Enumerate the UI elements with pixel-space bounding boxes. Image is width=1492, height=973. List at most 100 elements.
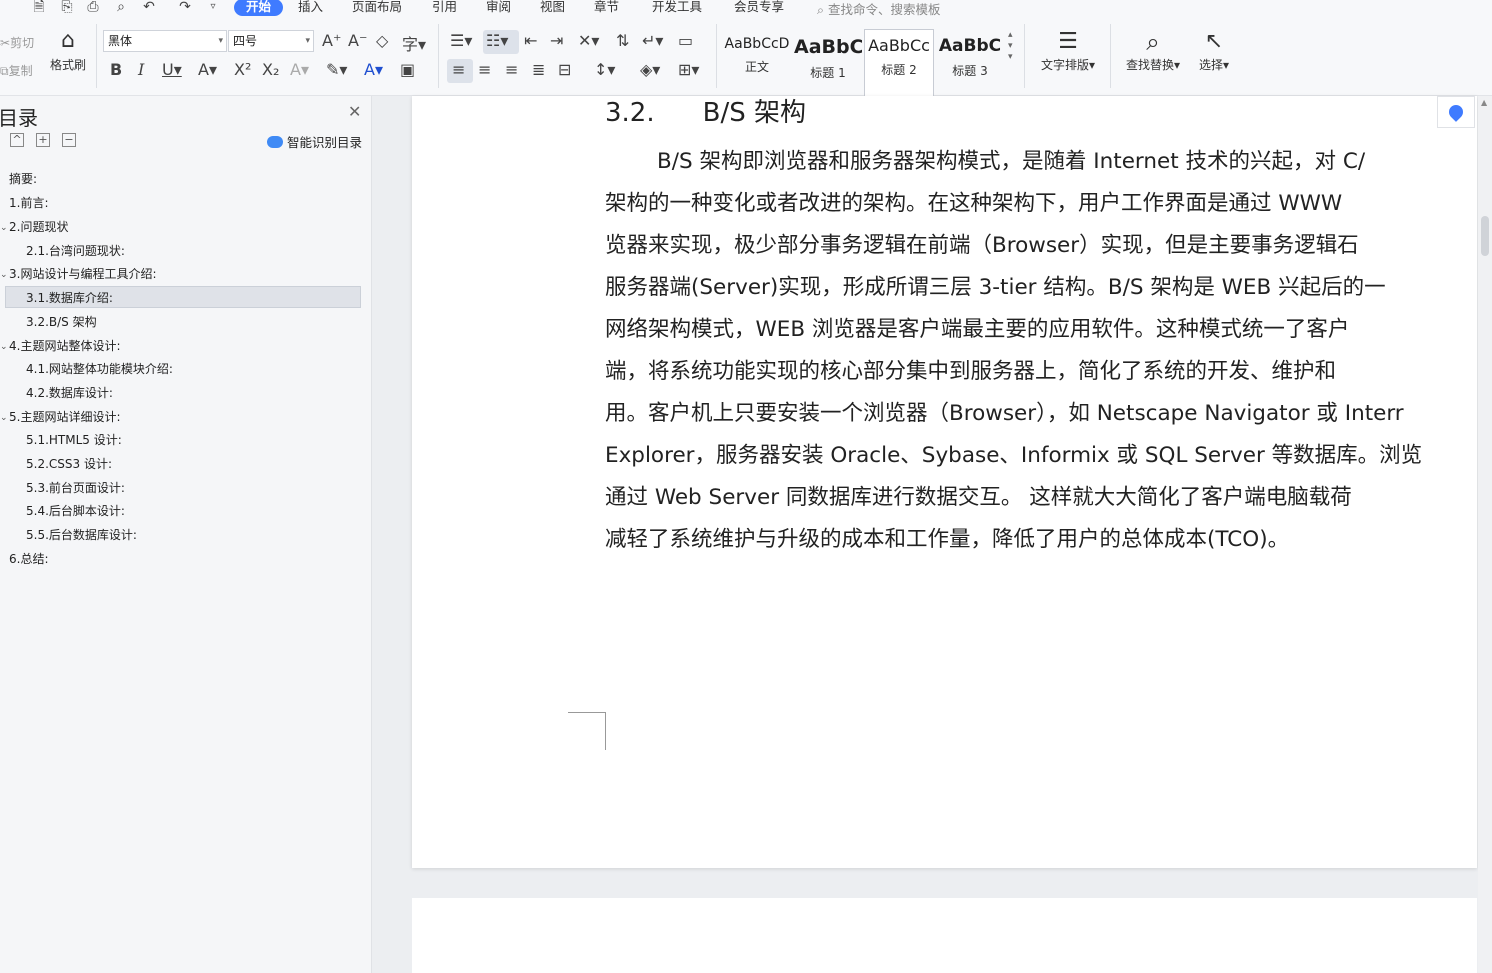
tab-insert[interactable]: 插入 (298, 0, 323, 16)
tab-view[interactable]: 视图 (540, 0, 565, 16)
font-color-icon[interactable]: A▾ (364, 60, 383, 79)
scroll-up-icon[interactable]: ▲ (1481, 98, 1487, 107)
tab-references[interactable]: 引用 (432, 0, 457, 16)
collapse-all-icon[interactable]: ^ (10, 133, 24, 147)
tab-developer[interactable]: 开发工具 (652, 0, 702, 16)
redo-icon[interactable]: ↷ (176, 0, 194, 16)
expand-caret-icon[interactable]: ⌄ (0, 270, 8, 280)
text-line: 架构的一种变化或者改进的架构。在这种架构下，用户工作界面是通过 WWW (605, 191, 1343, 216)
highlight-icon[interactable]: ✎▾ (326, 60, 347, 79)
select-button[interactable]: ↖ 选择▾ (1192, 28, 1236, 73)
format-painter-button[interactable]: ⌂ 格式刷 (48, 28, 88, 73)
export-icon[interactable]: ⎘ (58, 0, 76, 16)
align-left-icon[interactable]: ≡ (452, 60, 465, 79)
char-border-icon[interactable]: ▣ (400, 60, 415, 79)
customize-icon[interactable]: ▿ (204, 0, 222, 16)
text-line: 减轻了系统维护与升级的成本和工作量，降低了用户的总体成本(TCO)。 (605, 527, 1290, 552)
save-icon[interactable]: 🗎 (30, 0, 48, 16)
text-line: 网络架构模式，WEB 浏览器是客户端最主要的应用软件。这种模式统一了客户 (605, 317, 1350, 342)
toc-item[interactable]: 4.2.数据库设计: (26, 382, 113, 404)
line-spacing-icon[interactable]: ↕▾ (594, 60, 615, 79)
tab-page-layout[interactable]: 页面布局 (352, 0, 402, 16)
expand-caret-icon[interactable]: ⌄ (0, 342, 8, 352)
toc-item[interactable]: 摘要: (9, 168, 37, 190)
toc-item[interactable]: 5.主题网站详细设计: (9, 406, 121, 428)
toc-item[interactable]: 5.5.后台数据库设计: (26, 524, 137, 546)
style-heading-2[interactable]: AaBbCc 标题 2 (864, 29, 934, 99)
style-normal[interactable]: AaBbCcD 正文 (722, 29, 792, 99)
toc-item[interactable]: 5.2.CSS3 设计: (26, 453, 112, 475)
divider (96, 24, 97, 88)
decrease-indent-icon[interactable]: ⇤ (524, 31, 537, 50)
text-layout-button[interactable]: ☰ 文字排版▾ (1036, 28, 1100, 73)
toc-item[interactable]: 5.3.前台页面设计: (26, 477, 125, 499)
font-size-select[interactable]: 四号 ▾ (228, 30, 314, 52)
subscript-icon[interactable]: X₂ (262, 60, 279, 79)
strikethrough-icon[interactable]: A▾ (198, 60, 217, 79)
copy-button[interactable]: ⧉复制 (0, 62, 33, 79)
toc-item[interactable]: 4.主题网站整体设计: (9, 335, 121, 357)
divider (716, 24, 717, 88)
toc-panel: 目录 ✕ ^ + − 智能识别目录 摘要: 1.前言: ⌄ 2.问题现状 2.1… (0, 96, 372, 973)
ruler-icon[interactable]: ▭ (678, 31, 693, 50)
print-preview-icon[interactable]: ⌕ (112, 0, 130, 16)
superscript-icon[interactable]: X² (234, 60, 251, 79)
justify-icon[interactable]: ≣ (532, 60, 545, 79)
shading-icon[interactable]: ◈▾ (640, 60, 660, 79)
ribbon: ✂剪切 ⧉复制 ⌂ 格式刷 黑体 ▾ 四号 ▾ A⁺ A⁻ ◇ 字▾ B I U▾ … (0, 18, 1492, 99)
toc-item[interactable]: 6.总结: (9, 548, 49, 570)
remove-item-icon[interactable]: − (62, 133, 76, 147)
font-name-select[interactable]: 黑体 ▾ (103, 30, 227, 52)
find-replace-button[interactable]: ⌕ 查找替换▾ (1120, 28, 1186, 73)
clear-format-icon[interactable]: ◇ (376, 31, 388, 50)
numbered-list-icon[interactable]: ☷▾ (486, 31, 508, 50)
undo-icon[interactable]: ↶ (140, 0, 158, 16)
phonetic-icon[interactable]: 字▾ (402, 31, 426, 55)
increase-indent-icon[interactable]: ⇥ (550, 31, 563, 50)
expand-caret-icon[interactable]: ⌄ (0, 223, 8, 233)
scrollbar-thumb[interactable] (1481, 216, 1489, 256)
tab-member[interactable]: 会员专享 (734, 0, 784, 16)
line-break-icon[interactable]: ↵▾ (642, 31, 663, 50)
style-heading-3[interactable]: AaBbC 标题 3 (935, 29, 1005, 99)
sort-icon[interactable]: ⇅ (616, 31, 629, 50)
toc-item[interactable]: 1.前言: (9, 192, 49, 214)
text-direction-icon[interactable]: ✕▾ (578, 31, 599, 50)
tab-review[interactable]: 审阅 (486, 0, 511, 16)
add-item-icon[interactable]: + (36, 133, 50, 147)
distribute-icon[interactable]: ⊟ (558, 60, 571, 79)
smart-toc-button[interactable]: 智能识别目录 (267, 132, 362, 151)
align-right-icon[interactable]: ≡ (505, 60, 518, 79)
toc-item[interactable]: 5.4.后台脚本设计: (26, 500, 125, 522)
grow-font-icon[interactable]: A⁺ (322, 31, 341, 50)
toc-item[interactable]: 3.2.B/S 架构 (26, 311, 97, 333)
tab-section[interactable]: 章节 (594, 0, 619, 16)
toc-item[interactable]: 2.1.台湾问题现状: (26, 240, 125, 262)
style-gallery-scroll[interactable]: ▴ ▾ ▾ (1008, 30, 1013, 63)
toc-item-selected[interactable]: 3.1.数据库介绍: (5, 286, 361, 308)
text-line: Explorer，服务器安装 Oracle、Sybase、Informix 或 … (605, 443, 1423, 468)
borders-icon[interactable]: ⊞▾ (678, 60, 699, 79)
toc-item[interactable]: 2.问题现状 (9, 216, 68, 238)
location-pin-icon[interactable] (1437, 96, 1475, 128)
cut-button[interactable]: ✂剪切 (0, 34, 34, 51)
print-icon[interactable]: ⎙ (84, 0, 102, 16)
italic-icon[interactable]: I (138, 60, 144, 79)
text-effect-icon[interactable]: A▾ (290, 60, 309, 79)
underline-icon[interactable]: U▾ (162, 60, 182, 79)
bullet-list-icon[interactable]: ☰▾ (450, 31, 472, 50)
expand-caret-icon[interactable]: ⌄ (0, 413, 8, 423)
shrink-font-icon[interactable]: A⁻ (348, 31, 367, 50)
bold-icon[interactable]: B (110, 60, 122, 79)
body-paragraph[interactable]: B/S 架构即浏览器和服务器架构模式，是随着 Internet 技术的兴起，对 … (605, 141, 1477, 561)
next-page[interactable] (412, 898, 1477, 973)
close-icon[interactable]: ✕ (348, 102, 361, 121)
toc-item[interactable]: 3.网站设计与编程工具介绍: (9, 263, 157, 285)
toc-item[interactable]: 5.1.HTML5 设计: (26, 429, 122, 451)
vertical-scrollbar[interactable]: ▲ (1478, 96, 1492, 973)
tab-home[interactable]: 开始 (234, 0, 284, 16)
toc-item[interactable]: 4.1.网站整体功能模块介绍: (26, 358, 173, 380)
align-center-icon[interactable]: ≡ (478, 60, 491, 79)
command-search[interactable]: ⌕ 查找命令、搜索模板 (817, 0, 941, 18)
style-heading-1[interactable]: AaBbC 标题 1 (793, 29, 863, 99)
